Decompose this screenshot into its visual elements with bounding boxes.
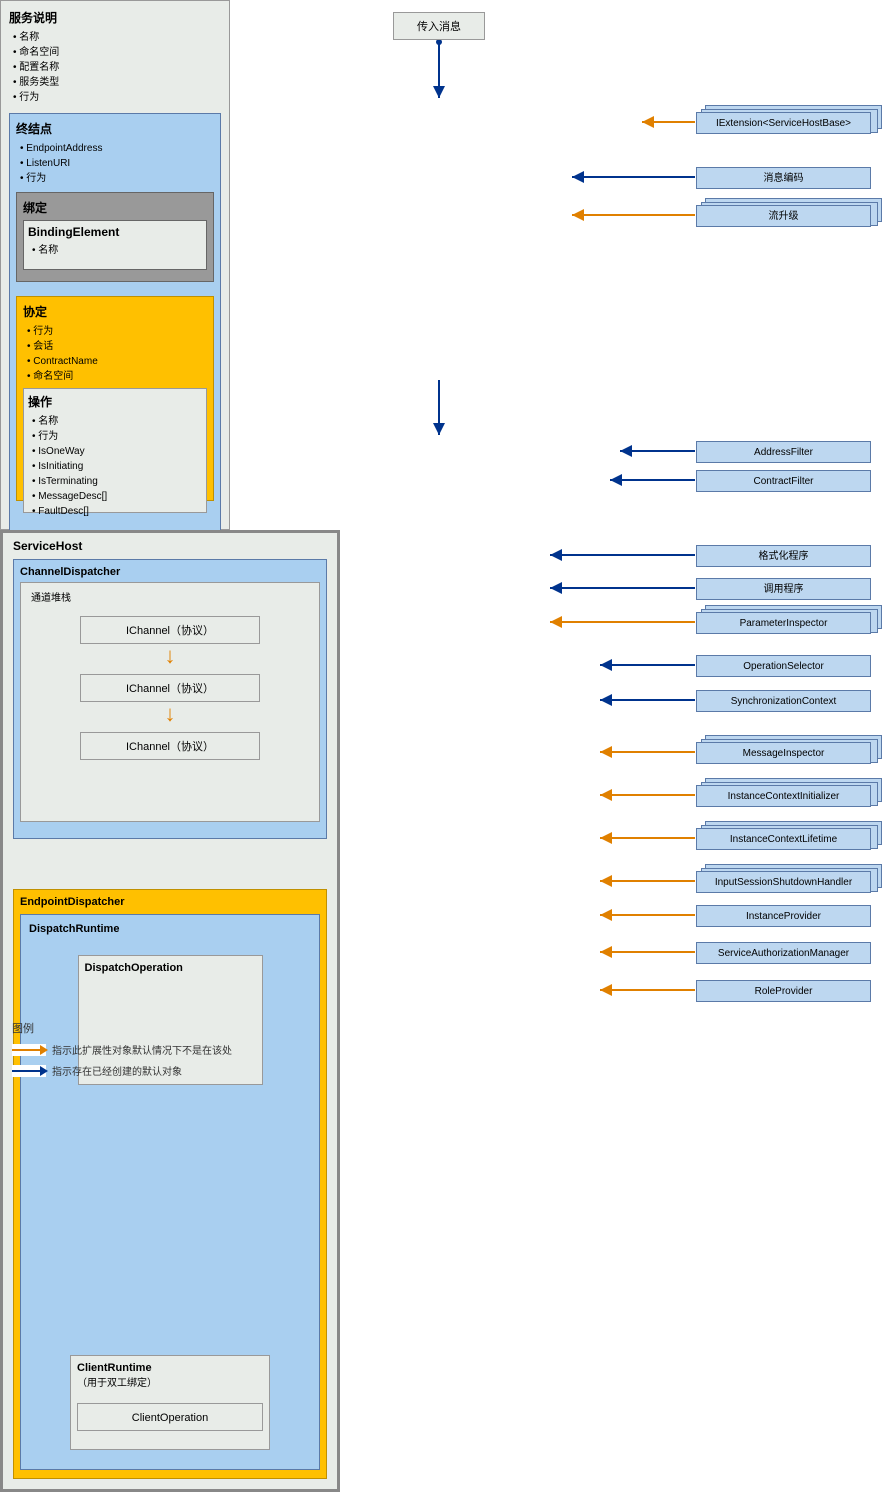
svc-desc-list: 名称 命名空间 配置名称 服务类型 行为 [13,30,221,105]
contract-box: 协定 行为 会话 ContractName 命名空间 操作 名称 行为 IsOn… [16,296,214,501]
message-encoding-box: 消息编码 [696,167,871,189]
formatter-box: 格式化程序 [696,545,871,567]
ichannel-box: IChannel（协议） [80,616,260,644]
svc-desc-title: 服务说明 [9,9,221,26]
address-filter-box: AddressFilter [696,441,871,463]
down-arrow-icon: ↓ [31,650,309,662]
instance-context-init-box: InstanceContextInitializer [696,785,871,807]
binding-box: 绑定 BindingElement 名称 [16,192,214,282]
legend-row-orange: 指示此扩展性对象默认情况下不是在该处 [12,1042,272,1057]
down-arrow-icon: ↓ [31,708,309,720]
channel-dispatcher-box: ChannelDispatcher 通道堆栈 IChannel（协议） ↓ IC… [13,559,327,839]
parameter-inspector-box: ParameterInspector [696,612,871,634]
incoming-message-box: 传入消息 [393,12,485,40]
message-inspector-box: MessageInspector [696,742,871,764]
input-session-shutdown-box: InputSessionShutdownHandler [696,871,871,893]
endpoint-box: 终结点 EndpointAddress ListenURI 行为 绑定 Bind… [9,113,221,538]
ichannel-box: IChannel（协议） [80,732,260,760]
binding-element-box: BindingElement 名称 [23,220,207,270]
instance-context-lifetime-box: InstanceContextLifetime [696,828,871,850]
client-runtime-box: ClientRuntime （用于双工绑定） ClientOperation [70,1355,270,1450]
sync-context-box: SynchronizationContext [696,690,871,712]
service-description-panel: 服务说明 名称 命名空间 配置名称 服务类型 行为 终结点 EndpointAd… [0,0,230,530]
dispatch-runtime-box: DispatchRuntime DispatchOperation Client… [20,914,320,1470]
role-provider-box: RoleProvider [696,980,871,1002]
invoker-box: 调用程序 [696,578,871,600]
client-operation-box: ClientOperation [77,1403,263,1431]
instance-provider-box: InstanceProvider [696,905,871,927]
iextension-box: IExtension<ServiceHostBase> [696,112,871,134]
contract-filter-box: ContractFilter [696,470,871,492]
blue-arrow-icon [12,1065,46,1077]
legend-panel: 图例 指示此扩展性对象默认情况下不是在该处 指示存在已经创建的默认对象 [12,1020,272,1078]
ichannel-box: IChannel（协议） [80,674,260,702]
stream-upgrade-box: 流升级 [696,205,871,227]
servicehost-panel: ServiceHost ChannelDispatcher 通道堆栈 IChan… [0,530,340,1492]
operation-box: 操作 名称 行为 IsOneWay IsInitiating IsTermina… [23,388,207,513]
operation-selector-box: OperationSelector [696,655,871,677]
endpoint-dispatcher-box: EndpointDispatcher DispatchRuntime Dispa… [13,889,327,1479]
service-auth-manager-box: ServiceAuthorizationManager [696,942,871,964]
orange-arrow-icon [12,1044,46,1056]
channel-stack-box: 通道堆栈 IChannel（协议） ↓ IChannel（协议） ↓ IChan… [20,582,320,822]
legend-row-blue: 指示存在已经创建的默认对象 [12,1063,272,1078]
